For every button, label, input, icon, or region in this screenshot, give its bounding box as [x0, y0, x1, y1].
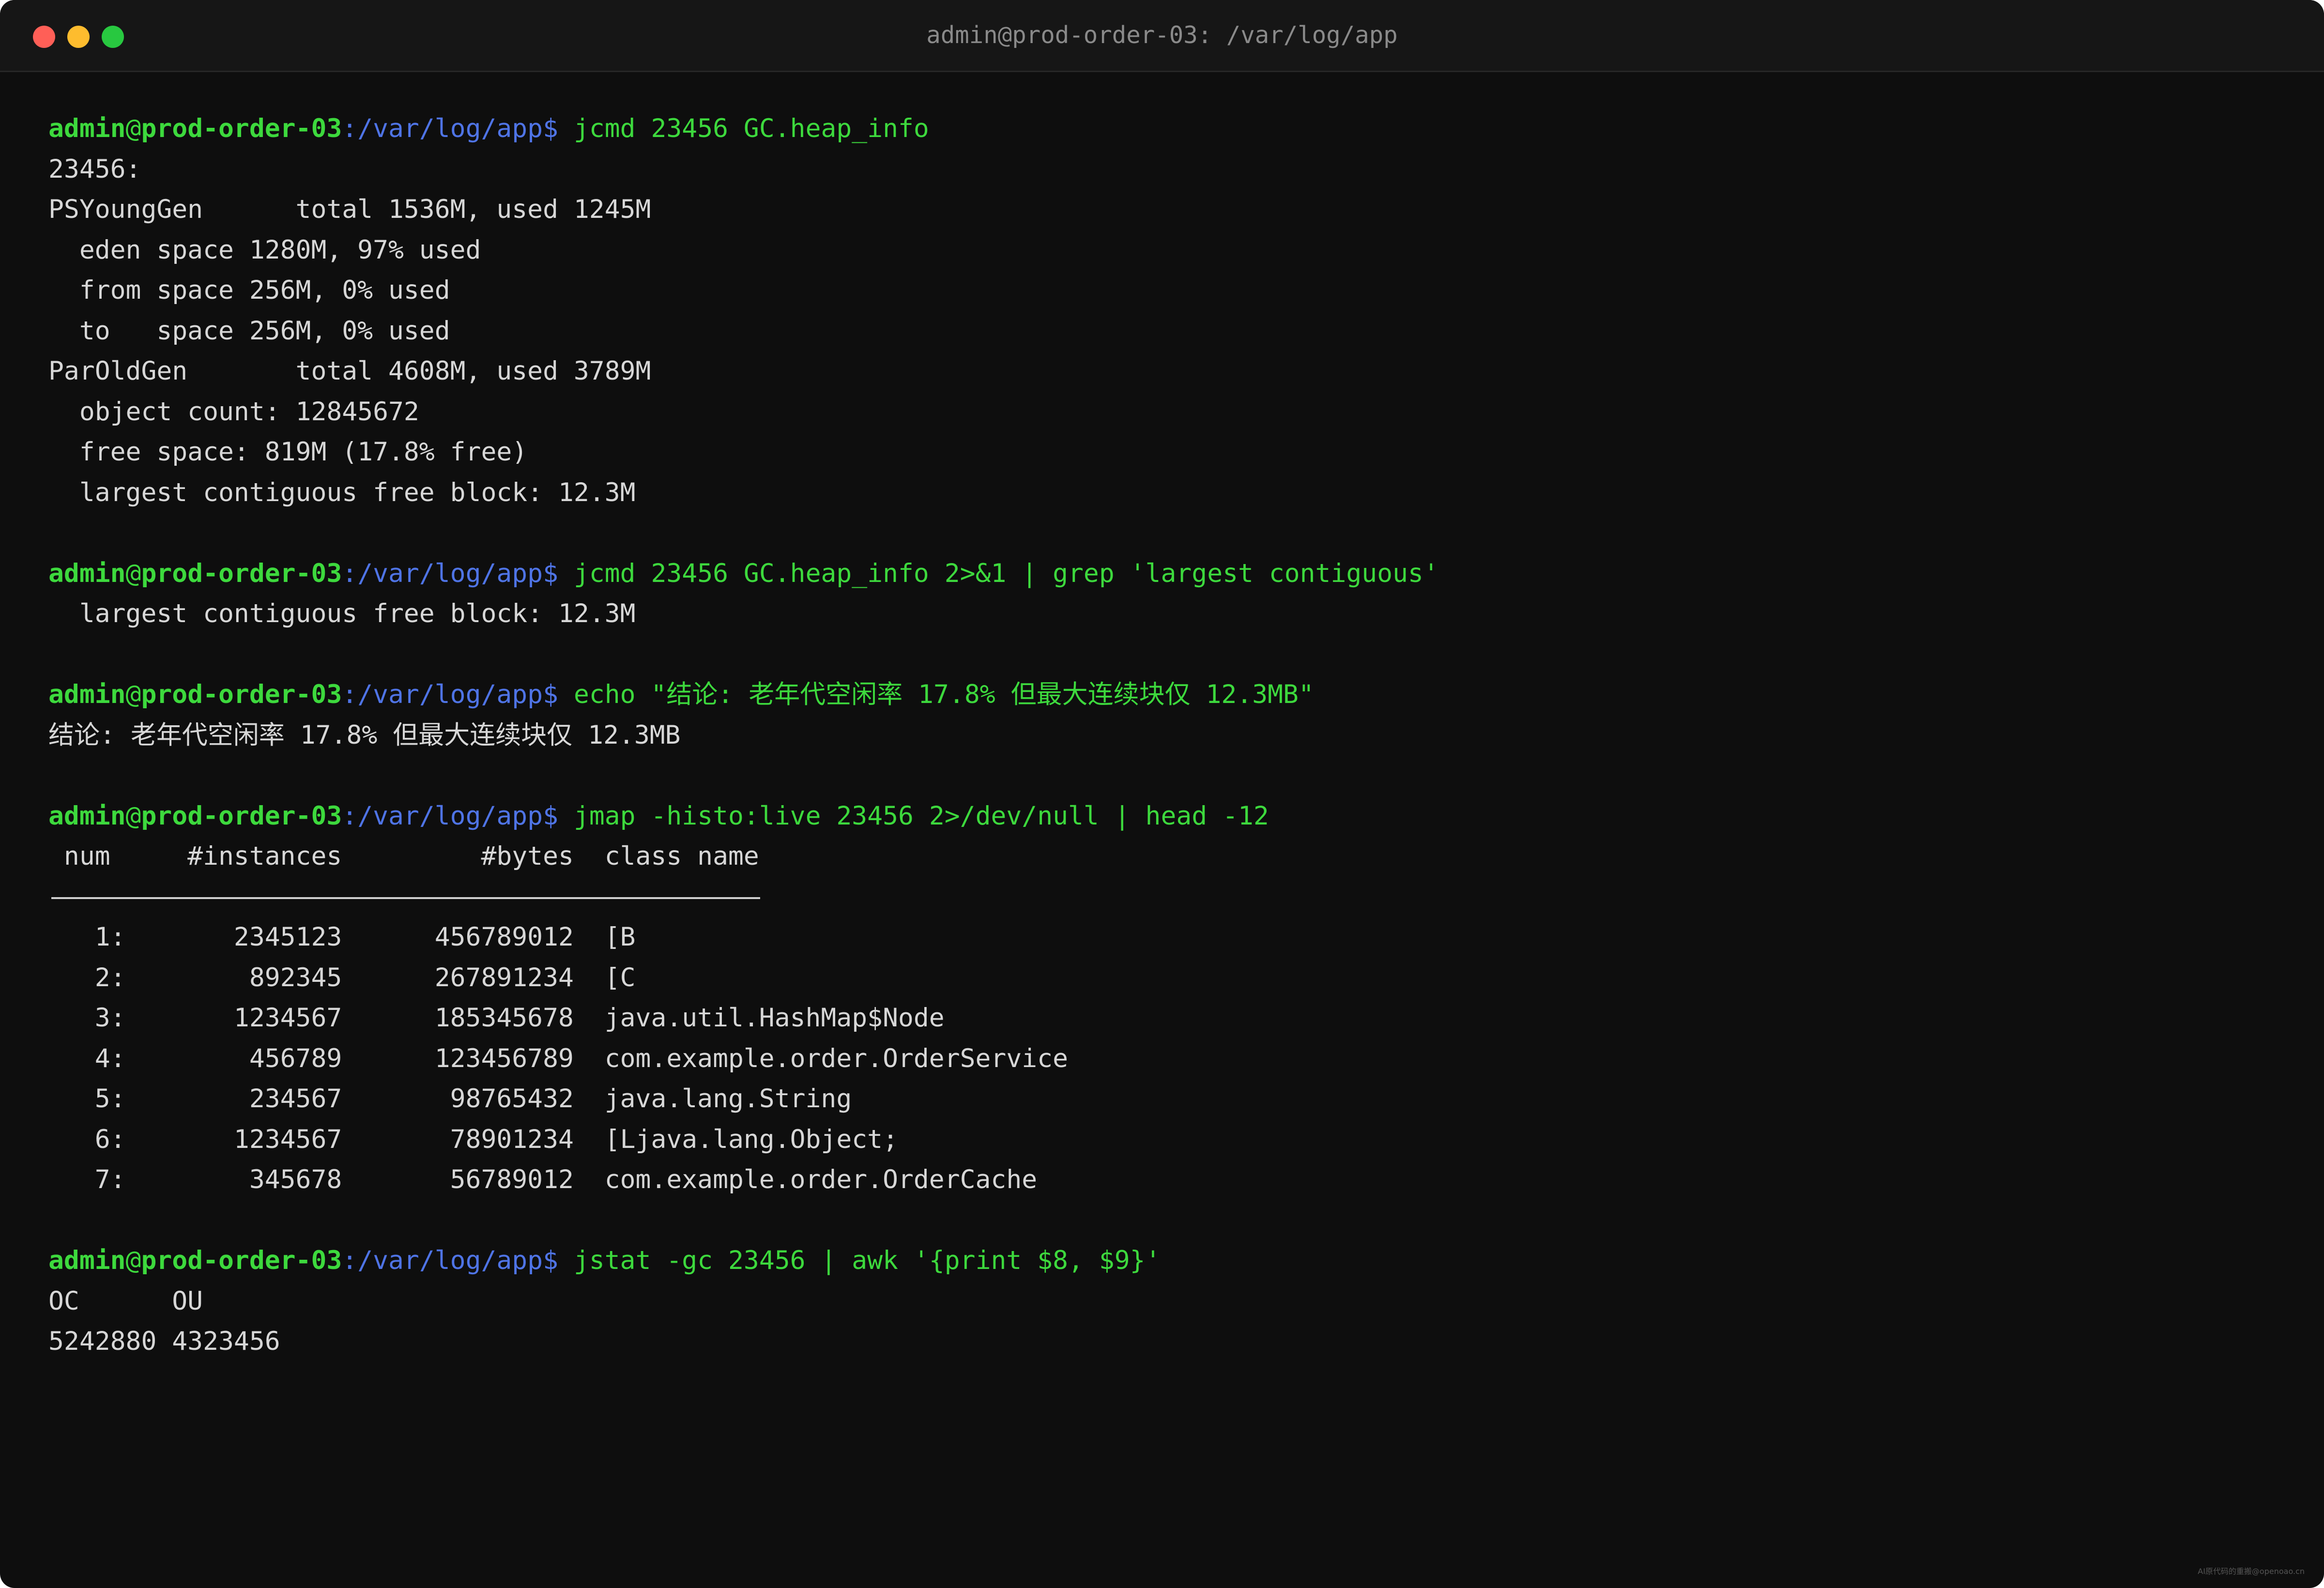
histogram-separator	[48, 877, 2300, 917]
histogram-row: 1: 2345123 456789012 [B	[48, 922, 636, 952]
terminal-output[interactable]: admin@prod-order-03:/var/log/app$ jcmd 2…	[48, 108, 2300, 1537]
prompt-at: @	[125, 1246, 141, 1275]
prompt-at: @	[125, 558, 141, 588]
prompt-at: @	[125, 680, 141, 709]
output-line: 5242880 4323456	[48, 1327, 280, 1356]
prompt-user: admin	[48, 680, 126, 709]
histogram-header: num #instances #bytes class name	[48, 841, 759, 871]
command-text: jcmd 23456 GC.heap_info 2>&1 | grep 'lar…	[558, 558, 1439, 588]
window-title: admin@prod-order-03: /var/log/app	[926, 21, 1398, 49]
output-line: PSYoungGen total 1536M, used 1245M	[48, 195, 651, 224]
command-text: jcmd 23456 GC.heap_info	[558, 114, 929, 143]
prompt-host: prod-order-03	[141, 1246, 342, 1275]
watermark: AI原代码的重搬@openoao.cn	[2198, 1567, 2305, 1576]
command-line: admin@prod-order-03:/var/log/app$ jstat …	[48, 1240, 2300, 1281]
command-line: admin@prod-order-03:/var/log/app$ jmap -…	[48, 796, 2300, 837]
command-line: admin@prod-order-03:/var/log/app$ echo "…	[48, 674, 2300, 715]
output-line: largest contiguous free block: 12.3M	[48, 599, 636, 628]
output-line: largest contiguous free block: 12.3M	[48, 477, 636, 507]
output-line: from space 256M, 0% used	[48, 275, 450, 305]
separator-rule	[51, 897, 760, 899]
prompt-at: @	[125, 114, 141, 143]
prompt-user: admin	[48, 114, 126, 143]
prompt-host: prod-order-03	[141, 680, 342, 709]
histogram-row: 4: 456789 123456789 com.example.order.Or…	[48, 1043, 1068, 1073]
prompt-path: :/var/log/app$	[342, 1246, 559, 1275]
prompt-path: :/var/log/app$	[342, 114, 559, 143]
output-line: free space: 819M (17.8% free)	[48, 437, 528, 467]
command-text: echo "结论: 老年代空闲率 17.8% 但最大连续块仅 12.3MB"	[558, 680, 1314, 709]
histogram-row: 2: 892345 267891234 [C	[48, 962, 636, 992]
title-bar: admin@prod-order-03: /var/log/app	[0, 0, 2324, 72]
prompt-user: admin	[48, 1246, 126, 1275]
command-line: admin@prod-order-03:/var/log/app$ jcmd 2…	[48, 108, 2300, 149]
command-text: jmap -histo:live 23456 2>/dev/null | hea…	[558, 801, 1269, 831]
output-line: OC OU	[48, 1286, 203, 1316]
command-text: jstat -gc 23456 | awk '{print $8, $9}'	[558, 1246, 1161, 1275]
output-line: 结论: 老年代空闲率 17.8% 但最大连续块仅 12.3MB	[48, 720, 681, 750]
histogram-row: 3: 1234567 185345678 java.util.HashMap$N…	[48, 1003, 945, 1033]
prompt-host: prod-order-03	[141, 558, 342, 588]
prompt-user: admin	[48, 558, 126, 588]
histogram-row: 7: 345678 56789012 com.example.order.Ord…	[48, 1165, 1038, 1194]
output-line: to space 256M, 0% used	[48, 316, 450, 346]
output-line: object count: 12845672	[48, 397, 419, 427]
histogram-row: 5: 234567 98765432 java.lang.String	[48, 1084, 852, 1114]
output-line: eden space 1280M, 97% used	[48, 235, 481, 265]
prompt-at: @	[125, 801, 141, 831]
output-line: 23456:	[48, 154, 141, 184]
command-line: admin@prod-order-03:/var/log/app$ jcmd 2…	[48, 553, 2300, 594]
output-line: ParOldGen total 4608M, used 3789M	[48, 356, 651, 386]
prompt-user: admin	[48, 801, 126, 831]
histogram-row: 6: 1234567 78901234 [Ljava.lang.Object;	[48, 1124, 898, 1154]
prompt-path: :/var/log/app$	[342, 558, 559, 588]
prompt-host: prod-order-03	[141, 114, 342, 143]
terminal-window: admin@prod-order-03: /var/log/app admin@…	[0, 0, 2324, 1588]
prompt-host: prod-order-03	[141, 801, 342, 831]
prompt-path: :/var/log/app$	[342, 680, 559, 709]
prompt-path: :/var/log/app$	[342, 801, 559, 831]
